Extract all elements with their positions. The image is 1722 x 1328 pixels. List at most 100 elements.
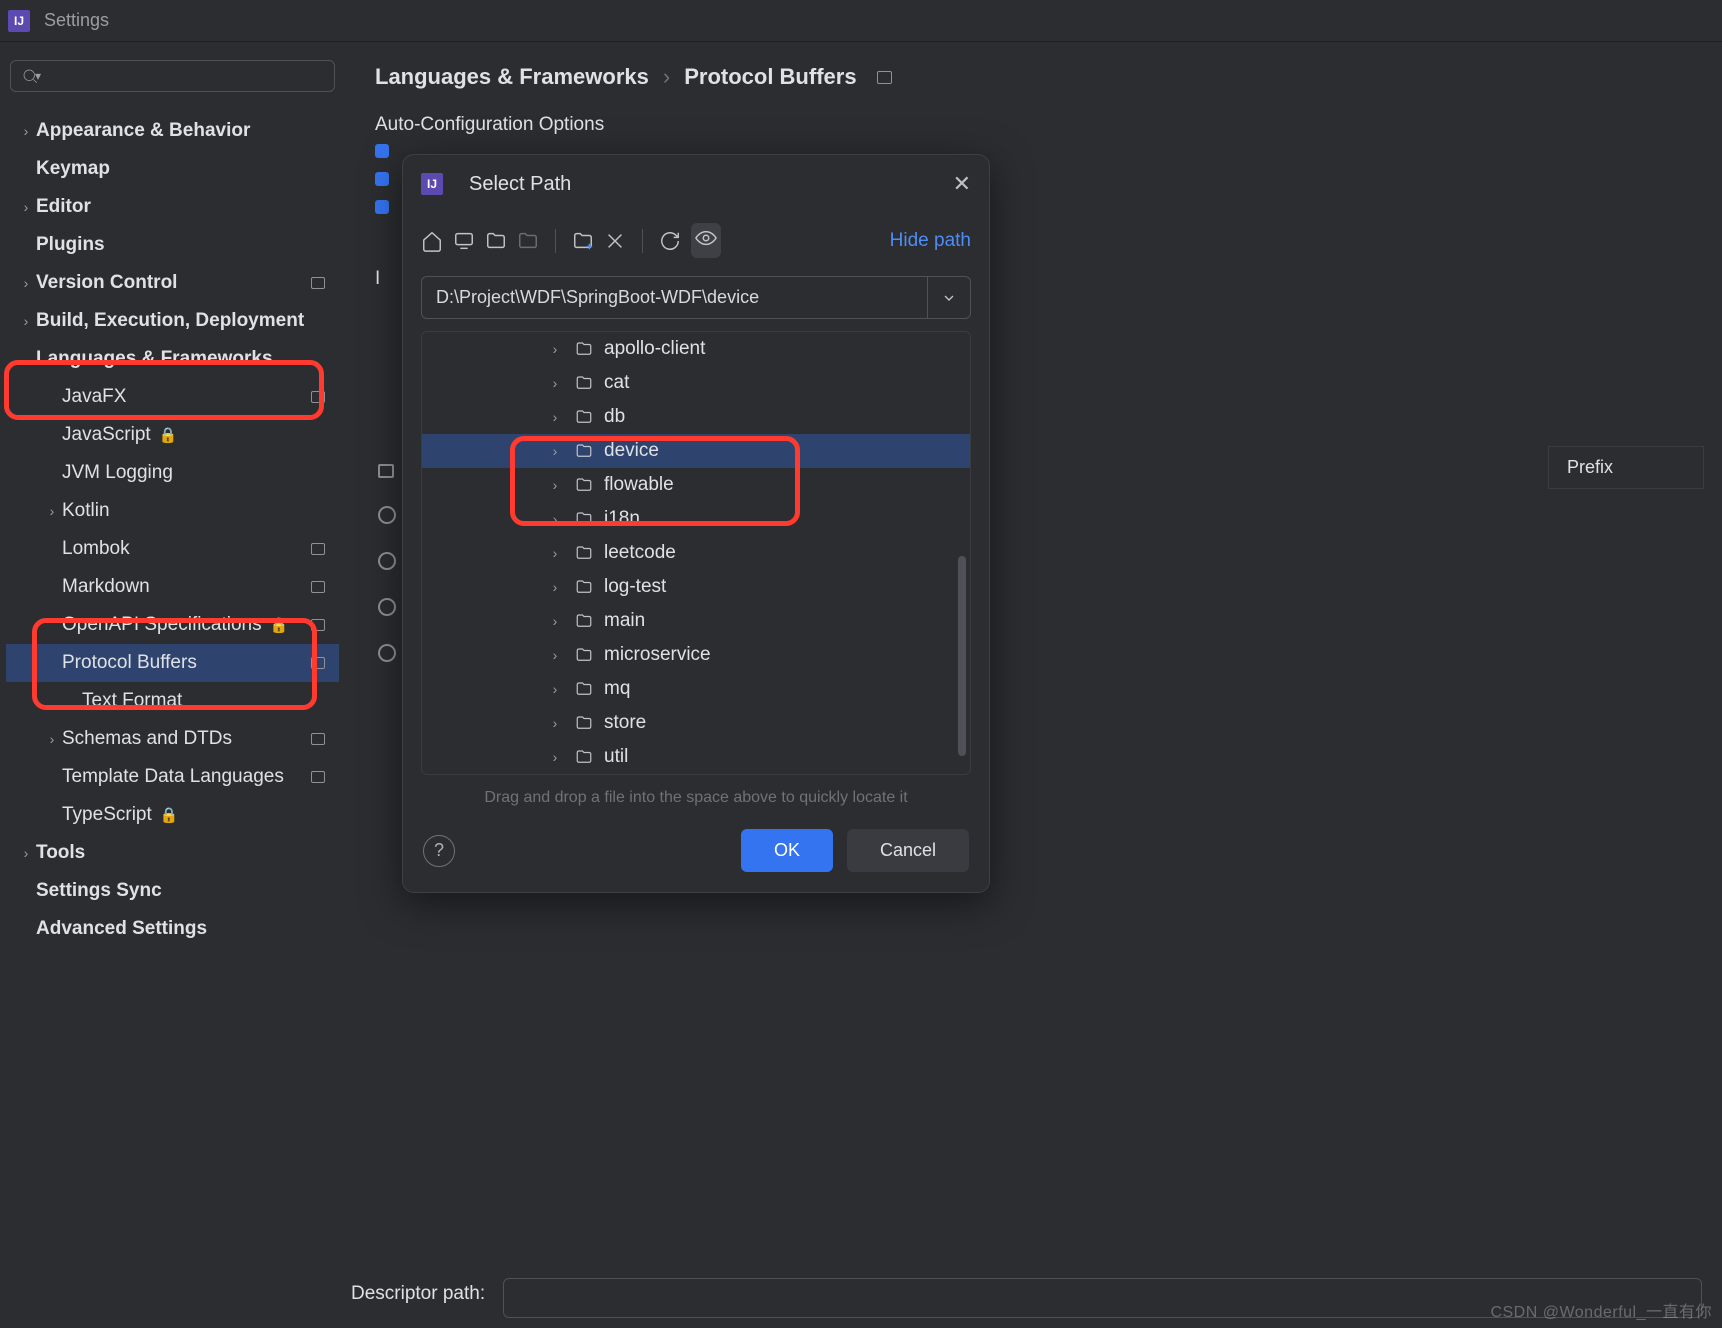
chevron-right-icon[interactable]: › xyxy=(16,313,36,329)
folder-row[interactable]: ›cat xyxy=(422,366,970,400)
folder-row[interactable]: ›microservice xyxy=(422,638,970,672)
dialog-title: Select Path xyxy=(469,173,571,196)
sidebar-item[interactable]: Text Format xyxy=(6,682,339,720)
folder-row[interactable]: ›mq xyxy=(422,672,970,706)
checkbox-option[interactable] xyxy=(375,200,389,214)
sidebar-item[interactable]: Markdown xyxy=(6,568,339,606)
folder-tree[interactable]: ›apollo-client›cat›db›device›flowable›i1… xyxy=(421,331,971,775)
module-folder-icon[interactable] xyxy=(517,230,539,252)
folder-row[interactable]: ›leetcode xyxy=(422,536,970,570)
folder-row[interactable]: ›flowable xyxy=(422,468,970,502)
sidebar-item[interactable]: ›Schemas and DTDs xyxy=(6,720,339,758)
sidebar-item[interactable]: Template Data Languages xyxy=(6,758,339,796)
ok-button[interactable]: OK xyxy=(741,829,833,872)
folder-row[interactable]: › i18n xyxy=(422,502,970,536)
chevron-right-icon[interactable]: › xyxy=(16,199,36,215)
chevron-right-icon[interactable]: › xyxy=(546,341,564,357)
window-title: Settings xyxy=(44,10,109,31)
new-folder-icon[interactable] xyxy=(572,230,594,252)
refresh-icon[interactable] xyxy=(659,230,681,252)
close-icon[interactable]: ✕ xyxy=(953,171,971,197)
sidebar-item[interactable]: TypeScript🔒 xyxy=(6,796,339,834)
chevron-right-icon[interactable]: › xyxy=(546,375,564,391)
folder-row[interactable]: ›apollo-client xyxy=(422,332,970,366)
scrollbar-thumb[interactable] xyxy=(958,556,966,756)
sidebar-item-label: Appearance & Behavior xyxy=(36,120,250,142)
sidebar-item[interactable]: Keymap xyxy=(6,150,339,188)
chevron-right-icon[interactable]: › xyxy=(42,731,62,747)
box-icon[interactable] xyxy=(378,464,394,478)
sidebar-item[interactable]: Lombok xyxy=(6,530,339,568)
sidebar-item[interactable]: ›Build, Execution, Deployment xyxy=(6,302,339,340)
chevron-right-icon[interactable]: › xyxy=(16,275,36,291)
search-input[interactable]: ▾ xyxy=(10,60,335,92)
circle-icon[interactable] xyxy=(378,552,396,570)
chevron-right-icon[interactable]: › xyxy=(42,503,62,519)
path-input[interactable] xyxy=(421,276,927,319)
sidebar-item[interactable]: ›Tools xyxy=(6,834,339,872)
chevron-right-icon[interactable]: › xyxy=(546,511,564,527)
scope-indicator-icon xyxy=(311,391,325,403)
sidebar-item[interactable]: Plugins xyxy=(6,226,339,264)
sidebar-item-label: Editor xyxy=(36,196,91,218)
sidebar-item-label: TypeScript xyxy=(62,804,152,826)
chevron-down-icon[interactable]: ⌄ xyxy=(16,351,36,368)
sidebar-item[interactable]: JavaScript🔒 xyxy=(6,416,339,454)
delete-icon[interactable] xyxy=(604,230,626,252)
folder-icon xyxy=(574,340,594,358)
chevron-right-icon[interactable]: › xyxy=(546,409,564,425)
folder-row[interactable]: ›db xyxy=(422,400,970,434)
breadcrumb-current: Protocol Buffers xyxy=(684,64,856,90)
sidebar-item[interactable]: ⌄Languages & Frameworks xyxy=(6,340,339,378)
checkbox-option[interactable] xyxy=(375,144,389,158)
chevron-right-icon[interactable]: › xyxy=(16,123,36,139)
toolbar-icons-partial xyxy=(378,464,396,662)
sidebar-item[interactable]: ›Appearance & Behavior xyxy=(6,112,339,150)
chevron-right-icon[interactable]: › xyxy=(546,647,564,663)
folder-row[interactable]: ›main xyxy=(422,604,970,638)
sidebar-item-label: Advanced Settings xyxy=(36,918,207,940)
sidebar-item[interactable]: JavaFX xyxy=(6,378,339,416)
folder-icon xyxy=(574,476,594,494)
sidebar-item-label: Tools xyxy=(36,842,85,864)
sidebar-item[interactable]: JVM Logging xyxy=(6,454,339,492)
sidebar-item[interactable]: Settings Sync xyxy=(6,872,339,910)
sidebar-item[interactable]: Advanced Settings xyxy=(6,910,339,948)
circle-icon[interactable] xyxy=(378,644,396,662)
help-icon[interactable]: ? xyxy=(423,835,455,867)
hide-path-link[interactable]: Hide path xyxy=(890,230,971,252)
chevron-right-icon[interactable]: › xyxy=(546,545,564,561)
folder-row[interactable]: ›log-test xyxy=(422,570,970,604)
chevron-right-icon[interactable]: › xyxy=(546,443,564,459)
folder-row[interactable]: ›util xyxy=(422,740,970,774)
path-dropdown-button[interactable] xyxy=(927,276,971,319)
lock-icon: 🔒 xyxy=(270,616,289,634)
circle-icon[interactable] xyxy=(378,598,396,616)
sidebar-item[interactable]: ›Version Control xyxy=(6,264,339,302)
circle-icon[interactable] xyxy=(378,506,396,524)
home-icon[interactable] xyxy=(421,230,443,252)
chevron-right-icon[interactable]: › xyxy=(546,579,564,595)
desktop-icon[interactable] xyxy=(453,230,475,252)
app-icon: IJ xyxy=(421,173,443,195)
sidebar-item[interactable]: Protocol Buffers xyxy=(6,644,339,682)
project-folder-icon[interactable] xyxy=(485,230,507,252)
folder-icon xyxy=(574,442,594,460)
chevron-right-icon[interactable]: › xyxy=(16,845,36,861)
show-hidden-icon[interactable] xyxy=(691,223,721,258)
folder-row[interactable]: ›store xyxy=(422,706,970,740)
cancel-button[interactable]: Cancel xyxy=(847,829,969,872)
breadcrumb-parent[interactable]: Languages & Frameworks xyxy=(375,64,649,90)
sidebar-item[interactable]: OpenAPI Specifications🔒 xyxy=(6,606,339,644)
sidebar-item[interactable]: ›Kotlin xyxy=(6,492,339,530)
sidebar-item-label: Version Control xyxy=(36,272,177,294)
chevron-right-icon[interactable]: › xyxy=(546,681,564,697)
chevron-right-icon[interactable]: › xyxy=(546,715,564,731)
checkbox-option[interactable] xyxy=(375,172,389,186)
chevron-right-icon[interactable]: › xyxy=(546,749,564,765)
folder-row[interactable]: ›device xyxy=(422,434,970,468)
sidebar-item[interactable]: ›Editor xyxy=(6,188,339,226)
folder-name: i18n xyxy=(604,508,640,530)
chevron-right-icon[interactable]: › xyxy=(546,477,564,493)
chevron-right-icon[interactable]: › xyxy=(546,613,564,629)
